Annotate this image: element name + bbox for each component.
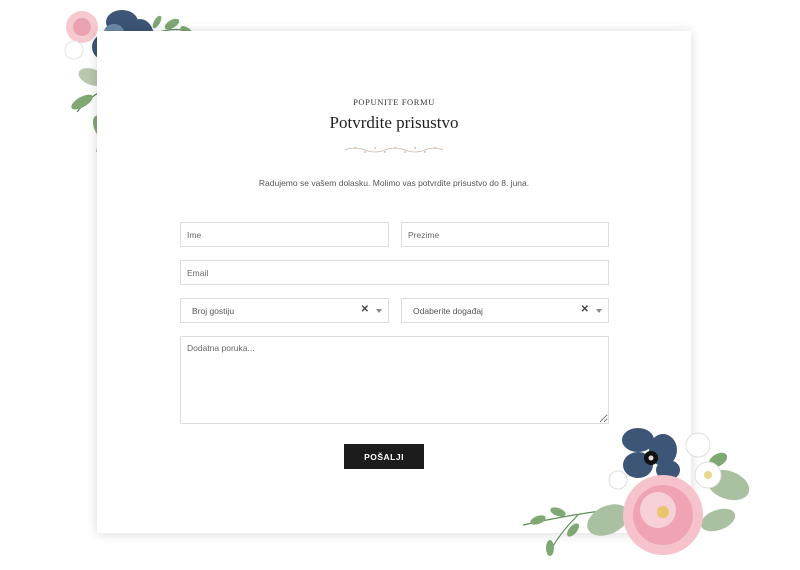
- submit-button[interactable]: POŠALJI: [344, 444, 424, 469]
- guest-count-select[interactable]: Broj gostiju ✕: [180, 298, 389, 323]
- page-title: Potvrdite prisustvo: [329, 113, 459, 132]
- clear-event-icon[interactable]: ✕: [581, 304, 589, 315]
- chevron-down-icon[interactable]: [596, 309, 602, 313]
- first-name-field[interactable]: [180, 222, 389, 247]
- message-textarea[interactable]: [180, 336, 609, 424]
- bottom-right-floral-decoration: [522, 428, 750, 556]
- intro-text: Radujemo se vašem dolasku. Molimo vas po…: [258, 178, 530, 188]
- email-field[interactable]: [180, 260, 609, 285]
- event-select[interactable]: Odaberite događaj ✕: [401, 298, 609, 323]
- last-name-field[interactable]: [401, 222, 609, 247]
- guest-count-value: Broj gostiju: [192, 306, 235, 316]
- form-eyebrow: POPUNITE FORMU: [353, 97, 435, 107]
- floral-divider-icon: [344, 147, 444, 153]
- chevron-down-icon[interactable]: [376, 309, 382, 313]
- event-value: Odaberite događaj: [413, 306, 483, 316]
- clear-guest-count-icon[interactable]: ✕: [361, 304, 369, 315]
